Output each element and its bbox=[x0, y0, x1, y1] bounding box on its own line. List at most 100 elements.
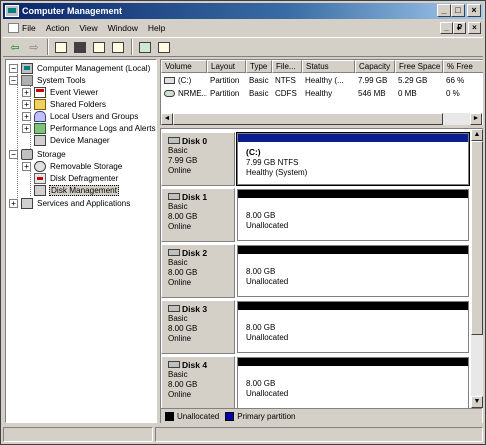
disk-graphical-view[interactable]: Disk 0 Basic 7.99 GB Online (C:) 7.99 GB NTFS… bbox=[160, 128, 483, 423]
child-minimize-button[interactable]: _ bbox=[440, 22, 453, 34]
disk-state: Online bbox=[168, 278, 192, 287]
tree-item-storage[interactable]: − Storage bbox=[9, 148, 67, 160]
tree-item-system-tools[interactable]: − System Tools bbox=[9, 74, 87, 86]
expand-icon[interactable]: + bbox=[22, 111, 31, 121]
forward-arrow-icon[interactable]: ⇨ bbox=[26, 39, 42, 55]
disk-size: 8.00 GB bbox=[168, 268, 198, 277]
column-header-status[interactable]: Status bbox=[302, 60, 355, 73]
menu-window-label: Window bbox=[107, 23, 138, 33]
disk-label[interactable]: Disk 1 Basic 8.00 GB Online bbox=[161, 188, 235, 242]
column-header-capacity[interactable]: Capacity bbox=[355, 60, 395, 73]
close-button[interactable]: × bbox=[467, 4, 481, 17]
volume-list-horizontal-scrollbar[interactable]: ◄ ► bbox=[161, 113, 482, 125]
menu-file[interactable]: File bbox=[3, 20, 41, 36]
partition-block[interactable]: 8.00 GB Unallocated bbox=[237, 189, 469, 241]
defragmenter-icon bbox=[34, 172, 46, 184]
menu-action[interactable]: Action bbox=[41, 20, 75, 36]
tree-item-shared-folders[interactable]: + Shared Folders bbox=[22, 98, 107, 110]
disk-view-vertical-scrollbar[interactable]: ▲ ▼ bbox=[471, 129, 483, 408]
partition-block[interactable]: 8.00 GB Unallocated bbox=[237, 357, 469, 409]
disk-icon bbox=[168, 193, 180, 200]
column-header-free-space[interactable]: Free Space bbox=[395, 60, 443, 73]
disk-type: Basic bbox=[168, 146, 188, 155]
console-tree[interactable]: − Computer Management (Local) − System T… bbox=[5, 59, 157, 423]
percent-free-cell: 0 % bbox=[446, 89, 460, 98]
disk-row[interactable]: Disk 2 Basic 8.00 GB Online 8.00 GB Unallocat… bbox=[161, 244, 471, 299]
tree-item-event-viewer[interactable]: + Event Viewer bbox=[22, 86, 99, 98]
tree-line bbox=[17, 74, 18, 204]
tree-item-disk-defragmenter[interactable]: Disk Defragmenter bbox=[34, 172, 119, 184]
table-row[interactable]: (C:) Partition Basic NTFS Healthy (... 7… bbox=[161, 74, 483, 87]
collapse-icon[interactable]: − bbox=[9, 75, 18, 85]
disk-name-text: Disk 0 bbox=[182, 135, 208, 146]
services-icon bbox=[21, 197, 33, 209]
disk-size: 8.00 GB bbox=[168, 380, 198, 389]
table-row[interactable]: NRME... Partition Basic CDFS Healthy 546… bbox=[161, 87, 483, 100]
expand-icon[interactable]: + bbox=[22, 161, 31, 171]
scrollbar-thumb[interactable] bbox=[471, 141, 483, 335]
expand-icon[interactable]: + bbox=[9, 198, 18, 208]
disk-label[interactable]: Disk 3 Basic 8.00 GB Online bbox=[161, 300, 235, 354]
volume-list[interactable]: Volume Layout Type File... Status Capaci… bbox=[160, 59, 483, 125]
capacity-cell: 546 MB bbox=[358, 89, 386, 98]
disk-label[interactable]: Disk 0 Basic 7.99 GB Online bbox=[161, 132, 235, 186]
column-header-volume[interactable]: Volume bbox=[161, 60, 207, 73]
disk-label[interactable]: Disk 2 Basic 8.00 GB Online bbox=[161, 244, 235, 298]
tree-item-computer-management[interactable]: − Computer Management (Local) bbox=[9, 62, 151, 74]
legend-item-primary-partition: Primary partition bbox=[225, 411, 296, 421]
collapse-icon[interactable]: − bbox=[9, 149, 18, 159]
storage-icon bbox=[21, 148, 33, 160]
tree-item-device-manager[interactable]: Device Manager bbox=[34, 134, 111, 146]
collapse-icon[interactable]: − bbox=[9, 63, 18, 73]
partition-info: 8.00 GB Unallocated bbox=[238, 310, 468, 343]
column-header-layout[interactable]: Layout bbox=[207, 60, 246, 73]
document-icon bbox=[8, 23, 19, 33]
tree-item-local-users-groups[interactable]: + Local Users and Groups bbox=[22, 110, 139, 122]
column-header-filesystem[interactable]: File... bbox=[272, 60, 302, 73]
help-icon[interactable] bbox=[110, 39, 126, 55]
disk-row[interactable]: Disk 3 Basic 8.00 GB Online 8.00 GB Unallocat… bbox=[161, 300, 471, 355]
disk-row[interactable]: Disk 4 Basic 8.00 GB Online 8.00 GB Unallocat… bbox=[161, 356, 471, 411]
menu-window[interactable]: Window bbox=[103, 20, 143, 36]
filesystem-cell: CDFS bbox=[275, 89, 297, 98]
refresh-icon[interactable] bbox=[137, 39, 153, 55]
column-header-type[interactable]: Type bbox=[246, 60, 272, 73]
computer-management-app-icon[interactable] bbox=[5, 5, 19, 17]
scroll-up-arrow-icon[interactable]: ▲ bbox=[471, 129, 483, 141]
menu-help[interactable]: Help bbox=[143, 20, 170, 36]
tree-item-disk-management[interactable]: Disk Management bbox=[34, 184, 119, 196]
disk-row[interactable]: Disk 0 Basic 7.99 GB Online (C:) 7.99 GB NTFS… bbox=[161, 132, 471, 187]
properties-icon[interactable] bbox=[91, 39, 107, 55]
show-hide-tree-icon[interactable] bbox=[72, 39, 88, 55]
type-cell: Basic bbox=[249, 76, 269, 85]
title-bar[interactable]: Computer Management _ □ × bbox=[3, 3, 483, 19]
partition-status: Unallocated bbox=[246, 389, 289, 398]
partition-block[interactable]: 8.00 GB Unallocated bbox=[237, 301, 469, 353]
back-arrow-icon[interactable]: ⇦ bbox=[7, 39, 23, 55]
partition-block[interactable]: 8.00 GB Unallocated bbox=[237, 245, 469, 297]
scroll-down-arrow-icon[interactable]: ▼ bbox=[471, 396, 483, 408]
tree-item-removable-storage[interactable]: + Removable Storage bbox=[22, 160, 123, 172]
scroll-left-arrow-icon[interactable]: ◄ bbox=[161, 113, 173, 125]
disk-management-icon bbox=[34, 184, 46, 196]
partition-status: Unallocated bbox=[246, 333, 289, 342]
up-folder-icon[interactable] bbox=[53, 39, 69, 55]
scroll-right-arrow-icon[interactable]: ► bbox=[470, 113, 482, 125]
export-icon[interactable] bbox=[156, 39, 172, 55]
disk-row[interactable]: Disk 1 Basic 8.00 GB Online 8.00 GB Unallocat… bbox=[161, 188, 471, 243]
maximize-button[interactable]: □ bbox=[451, 4, 465, 17]
partition-block[interactable]: (C:) 7.99 GB NTFS Healthy (System) bbox=[236, 132, 470, 186]
users-icon bbox=[34, 110, 46, 122]
child-close-button[interactable]: × bbox=[468, 22, 481, 34]
expand-icon[interactable]: + bbox=[22, 87, 31, 97]
tree-item-performance-logs[interactable]: + Performance Logs and Alerts bbox=[22, 122, 156, 134]
disk-label[interactable]: Disk 4 Basic 8.00 GB Online bbox=[161, 356, 235, 410]
child-restore-button[interactable]: ₽ bbox=[453, 22, 466, 34]
scrollbar-thumb[interactable] bbox=[173, 113, 443, 125]
expand-icon[interactable]: + bbox=[22, 123, 31, 133]
tree-item-services-applications[interactable]: + Services and Applications bbox=[9, 197, 131, 209]
column-header-percent-free[interactable]: % Free bbox=[443, 60, 483, 73]
menu-view[interactable]: View bbox=[74, 20, 102, 36]
expand-icon[interactable]: + bbox=[22, 99, 31, 109]
minimize-button[interactable]: _ bbox=[437, 4, 451, 17]
